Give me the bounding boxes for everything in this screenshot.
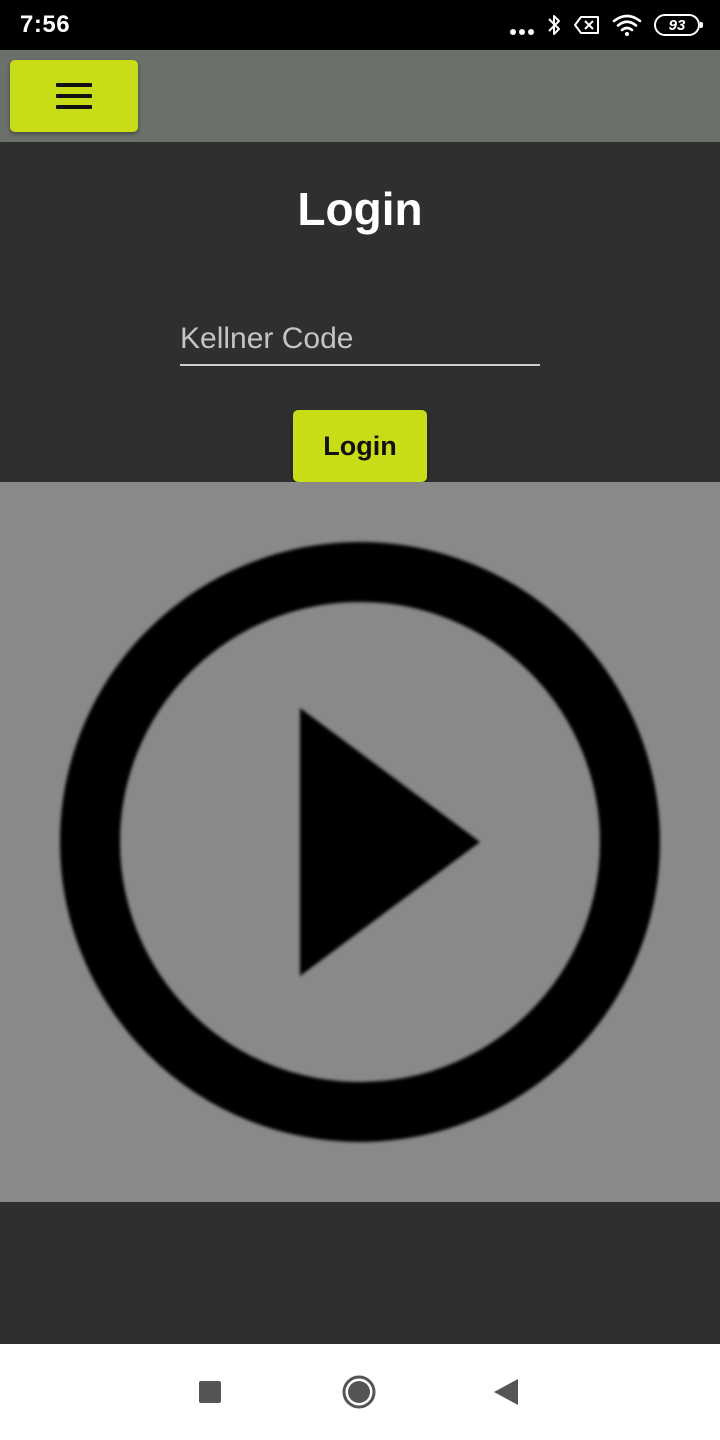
wifi-icon: [612, 14, 642, 36]
play-circle-icon[interactable]: [0, 482, 720, 1202]
bluetooth-icon: [548, 15, 560, 35]
status-time: 7:56: [20, 11, 71, 38]
battery-icon: 93: [654, 14, 703, 36]
back-triangle-icon[interactable]: [494, 1379, 518, 1405]
video-area[interactable]: [0, 482, 720, 1202]
home-circle-icon[interactable]: [342, 1375, 376, 1409]
app-bar: [0, 50, 720, 142]
no-sim-icon: [574, 16, 599, 34]
login-button[interactable]: Login: [293, 410, 427, 482]
kellner-code-input[interactable]: [180, 314, 540, 366]
page-title: Login: [297, 183, 423, 235]
status-icons: 93: [510, 10, 703, 40]
battery-level: 93: [668, 16, 686, 34]
status-bar: 7:56 93: [0, 0, 720, 50]
menu-button[interactable]: [10, 60, 138, 132]
bottom-area: [0, 1202, 720, 1344]
navigation-bar: [0, 1344, 720, 1440]
hamburger-icon: [56, 83, 92, 109]
more-dots-icon: [510, 15, 534, 35]
login-section: Login Login: [0, 142, 720, 482]
recents-square-icon[interactable]: [199, 1381, 221, 1403]
